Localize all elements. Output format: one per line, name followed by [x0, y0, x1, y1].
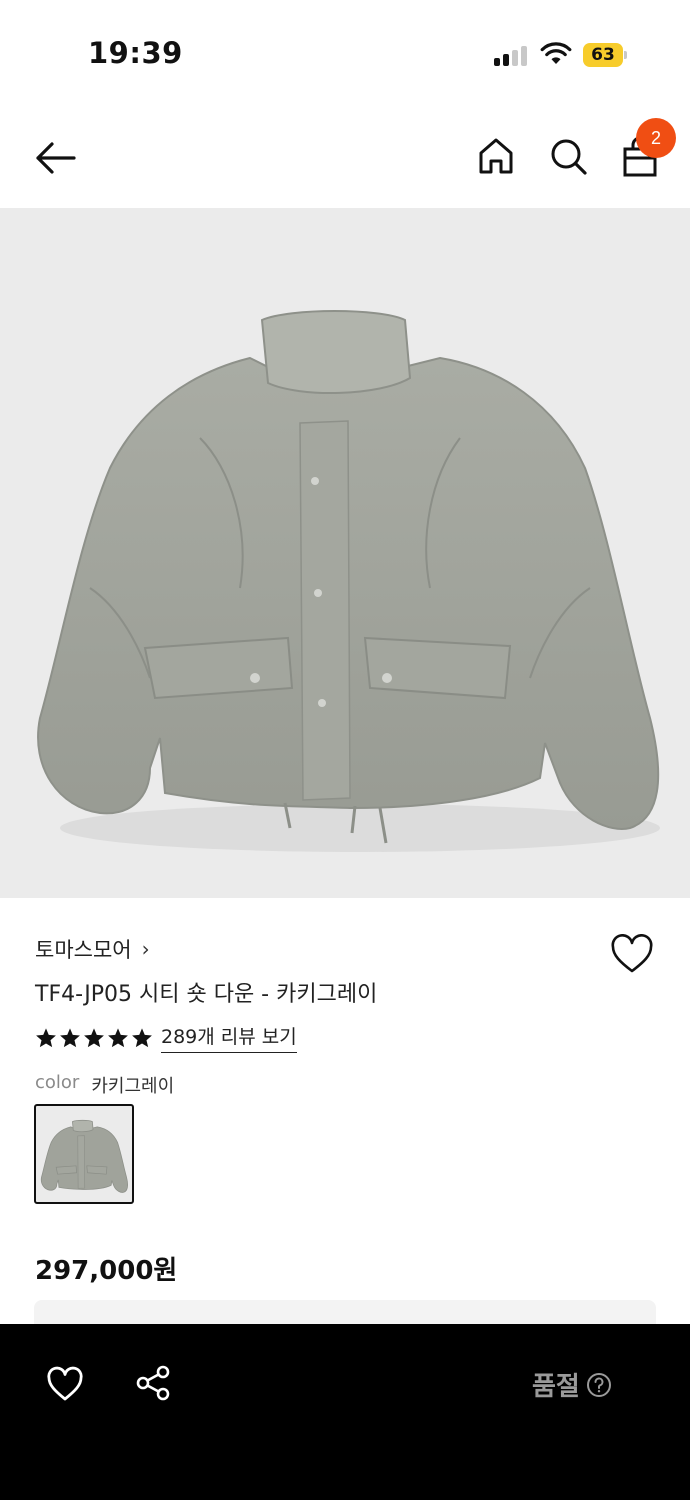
star-rating — [35, 1027, 153, 1049]
back-arrow-icon[interactable] — [34, 140, 76, 176]
color-swatch-thumbnail[interactable] — [34, 1104, 134, 1204]
rating-row: 289개 리뷰 보기 — [35, 1022, 297, 1053]
status-bar: 19:39 63 — [0, 0, 690, 110]
help-circle-icon[interactable] — [586, 1372, 612, 1398]
review-link[interactable]: 289개 리뷰 보기 — [161, 1022, 297, 1053]
search-icon[interactable] — [548, 136, 588, 176]
battery-icon: 63 — [583, 43, 629, 67]
wifi-icon — [540, 42, 572, 64]
jacket-thumbnail — [40, 1119, 128, 1193]
cellular-signal-icon — [494, 46, 528, 66]
cart-count-badge: 2 — [636, 118, 676, 158]
home-icon[interactable] — [476, 136, 516, 176]
star-icon — [36, 1027, 56, 1047]
battery-level: 63 — [583, 43, 623, 67]
top-navigation — [0, 110, 690, 208]
jacket-illustration — [37, 310, 660, 852]
brand-name: 토마스모어 — [35, 938, 132, 962]
color-label: color — [35, 1072, 80, 1093]
product-title: TF4-JP05 시티 숏 다운 - 카키그레이 — [35, 982, 378, 1007]
brand-link[interactable]: 토마스모어 › — [35, 934, 150, 964]
soldout-label: 품절 — [532, 1372, 580, 1402]
star-icon — [108, 1027, 128, 1047]
chevron-right-icon: › — [141, 937, 150, 961]
star-icon — [60, 1027, 80, 1047]
star-icon — [132, 1027, 152, 1047]
status-time: 19:39 — [88, 36, 183, 70]
share-icon[interactable] — [134, 1364, 172, 1402]
star-icon — [84, 1027, 104, 1047]
soldout-status[interactable]: 품절 — [532, 1366, 612, 1403]
heart-icon[interactable] — [46, 1366, 84, 1402]
heart-icon[interactable] — [610, 934, 654, 974]
color-row: color 카키그레이 — [35, 1072, 174, 1098]
bottom-action-bar: 품절 — [0, 1324, 690, 1500]
product-image[interactable] — [0, 208, 690, 898]
color-value: 카키그레이 — [91, 1076, 175, 1097]
product-price: 297,000원 — [35, 1256, 178, 1286]
